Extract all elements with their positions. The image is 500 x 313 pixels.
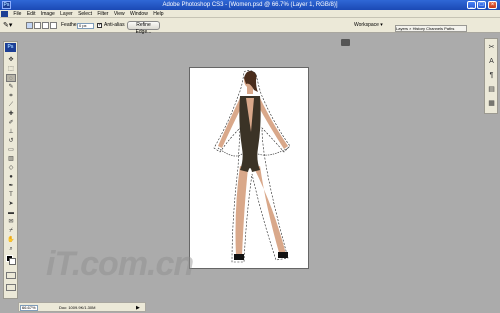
screen-mode-button[interactable] <box>6 284 16 291</box>
menu-edit[interactable]: Edit <box>25 10 38 18</box>
menu-help[interactable]: Help <box>151 10 165 18</box>
menu-view[interactable]: View <box>112 10 127 18</box>
eraser-tool[interactable]: ▭ <box>6 146 16 154</box>
quick-selection-tool[interactable]: ✎ <box>6 83 16 91</box>
new-selection-icon[interactable] <box>26 22 33 29</box>
pen-tool[interactable]: ✒ <box>6 182 16 190</box>
toolbox-logo[interactable]: Ps <box>5 43 16 52</box>
path-selection-tool[interactable]: ➤ <box>6 200 16 208</box>
menu-window[interactable]: Window <box>128 10 150 18</box>
minimize-button[interactable]: _ <box>467 1 476 9</box>
antialias-checkbox[interactable]: ✓ <box>97 23 102 28</box>
shape-tool[interactable]: ▬ <box>6 209 16 217</box>
menu-bar: File Edit Image Layer Select Filter View… <box>0 10 500 18</box>
crop-tool[interactable]: ⌗ <box>6 92 16 100</box>
palette-dock-tabs[interactable]: Layers × History Channels Paths <box>395 25 467 32</box>
subtract-from-selection-icon[interactable] <box>42 22 49 29</box>
document-canvas[interactable] <box>189 67 309 269</box>
status-menu-arrow-icon[interactable]: ▶ <box>136 305 144 311</box>
slice-tool[interactable]: ⟋ <box>6 101 16 109</box>
zoom-level-field[interactable]: 66.67% <box>20 305 38 311</box>
status-bar: 66.67% Doc: 1009.9K/1.30M ▶ <box>18 302 146 312</box>
window-title: Adobe Photoshop CS3 - [Women.psd @ 66.7%… <box>162 2 338 8</box>
eyedropper-tool[interactable]: ⌿ <box>6 227 16 235</box>
woman-photo <box>213 70 291 263</box>
collapsed-palette-dock: ✂ A ¶ ▤ ▦ <box>484 38 498 114</box>
watermark-logo: iT.com.cn <box>46 245 194 283</box>
intersect-selection-icon[interactable] <box>50 22 57 29</box>
marquee-tool[interactable]: ⬚ <box>6 65 16 73</box>
tool-presets-icon[interactable]: ✂ <box>487 43 496 52</box>
antialias-label: Anti-alias <box>104 22 125 28</box>
menu-file[interactable]: File <box>11 10 23 18</box>
add-to-selection-icon[interactable] <box>34 22 41 29</box>
brush-tool[interactable]: ✐ <box>6 119 16 127</box>
zoom-tool[interactable]: ⌕ <box>6 245 16 253</box>
lasso-tool[interactable]: ◌ <box>6 74 16 82</box>
quick-mask-button[interactable] <box>6 272 16 279</box>
blur-tool[interactable]: ◇ <box>6 164 16 172</box>
hand-tool[interactable]: ✋ <box>6 236 16 244</box>
photoshop-app-icon[interactable]: Ps <box>2 1 11 9</box>
close-button[interactable]: × <box>488 1 497 9</box>
history-brush-tool[interactable]: ↺ <box>6 137 16 145</box>
type-tool[interactable]: T <box>6 191 16 199</box>
healing-brush-tool[interactable]: ✚ <box>6 110 16 118</box>
paragraph-icon[interactable]: A <box>487 57 496 66</box>
maximize-button[interactable]: □ <box>477 1 486 9</box>
move-tool[interactable]: ✥ <box>6 56 16 64</box>
feather-input[interactable]: 0 px <box>77 23 94 29</box>
layers-icon[interactable]: ▤ <box>487 85 496 94</box>
refine-edge-button[interactable]: Refine Edge... <box>127 21 160 35</box>
background-color-swatch[interactable] <box>9 258 16 265</box>
dodge-tool[interactable]: ● <box>6 173 16 181</box>
character-icon[interactable]: ¶ <box>487 71 496 80</box>
tool-preset-picker-icon[interactable]: ✎▾ <box>3 21 17 30</box>
menu-filter[interactable]: Filter <box>95 10 110 18</box>
gradient-tool[interactable]: ▥ <box>6 155 16 163</box>
toolbox: Ps ✥ ⬚ ◌ ✎ ⌗ ⟋ ✚ ✐ ⊥ ↺ ▭ ▥ ◇ ● ✒ T ➤ ▬ ✉ ⌿ ✋ ⌕ <box>3 41 18 299</box>
document-size-info: Doc: 1009.9K/1.30M <box>59 305 96 310</box>
menu-layer[interactable]: Layer <box>58 10 75 18</box>
app-menu-icon[interactable] <box>1 11 8 17</box>
notes-tool[interactable]: ✉ <box>6 218 16 226</box>
palette-well-icon[interactable] <box>341 39 350 46</box>
clone-stamp-tool[interactable]: ⊥ <box>6 128 16 136</box>
menu-select[interactable]: Select <box>76 10 94 18</box>
history-icon[interactable]: ▦ <box>487 99 496 108</box>
menu-image[interactable]: Image <box>39 10 57 18</box>
title-bar: Ps Adobe Photoshop CS3 - [Women.psd @ 66… <box>0 0 500 10</box>
workspace-button[interactable]: Workspace ▾ <box>354 22 384 29</box>
